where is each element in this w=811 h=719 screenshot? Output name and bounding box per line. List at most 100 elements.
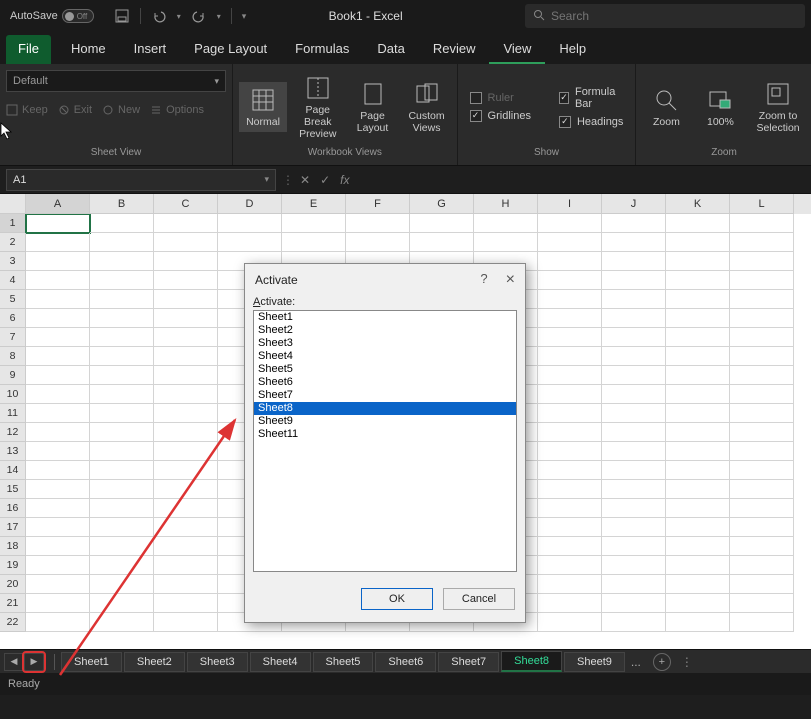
row-header[interactable]: 15 (0, 480, 26, 499)
cell[interactable] (154, 423, 218, 442)
tab-review[interactable]: Review (419, 35, 490, 64)
tab-nav-next[interactable]: ▶ (24, 653, 44, 671)
sheet-tab-sheet6[interactable]: Sheet6 (375, 652, 436, 672)
sheet-tab-sheet5[interactable]: Sheet5 (313, 652, 374, 672)
row-header[interactable]: 11 (0, 404, 26, 423)
cell[interactable] (602, 290, 666, 309)
cell[interactable] (666, 442, 730, 461)
cell[interactable] (538, 442, 602, 461)
cell[interactable] (538, 385, 602, 404)
cell[interactable] (730, 385, 794, 404)
cell[interactable] (666, 537, 730, 556)
sheet-tab-sheet7[interactable]: Sheet7 (438, 652, 499, 672)
cell[interactable] (90, 214, 154, 233)
cell[interactable] (666, 385, 730, 404)
save-icon[interactable] (114, 8, 130, 24)
cell[interactable] (730, 480, 794, 499)
row-header[interactable]: 8 (0, 347, 26, 366)
cell[interactable] (602, 347, 666, 366)
cell[interactable] (90, 594, 154, 613)
cell[interactable] (730, 461, 794, 480)
row-header[interactable]: 22 (0, 613, 26, 632)
col-header[interactable]: F (346, 194, 410, 214)
cell[interactable] (26, 442, 90, 461)
cell[interactable] (26, 613, 90, 632)
sheet-tab-sheet4[interactable]: Sheet4 (250, 652, 311, 672)
cancel-button[interactable]: Cancel (443, 588, 515, 610)
ok-button[interactable]: OK (361, 588, 433, 610)
listbox-item[interactable]: Sheet7 (254, 389, 516, 402)
undo-icon[interactable] (151, 8, 167, 24)
row-header[interactable]: 16 (0, 499, 26, 518)
cell[interactable] (90, 461, 154, 480)
redo-dropdown-icon[interactable]: ▾ (217, 12, 221, 21)
cell[interactable] (26, 404, 90, 423)
btn-100[interactable]: 100% (696, 82, 744, 132)
cell[interactable] (602, 537, 666, 556)
cell[interactable] (602, 461, 666, 480)
cell[interactable] (154, 461, 218, 480)
dialog-help-button[interactable]: ? (480, 271, 487, 289)
cell[interactable] (730, 233, 794, 252)
sv-exit[interactable]: Exit (58, 104, 92, 116)
cell[interactable] (154, 385, 218, 404)
listbox-item[interactable]: Sheet11 (254, 428, 516, 441)
col-header[interactable]: E (282, 194, 346, 214)
listbox-item[interactable]: Sheet3 (254, 337, 516, 350)
row-header[interactable]: 5 (0, 290, 26, 309)
cell[interactable] (538, 290, 602, 309)
cell[interactable] (602, 575, 666, 594)
cell[interactable] (602, 518, 666, 537)
chevron-down-icon[interactable]: ▾ (264, 174, 269, 185)
cell[interactable] (346, 214, 410, 233)
redo-icon[interactable] (191, 8, 207, 24)
row-header[interactable]: 14 (0, 461, 26, 480)
col-header[interactable]: I (538, 194, 602, 214)
cell[interactable] (90, 613, 154, 632)
cell[interactable] (666, 423, 730, 442)
cell[interactable] (538, 613, 602, 632)
undo-dropdown-icon[interactable]: ▾ (177, 12, 181, 21)
cell[interactable] (666, 575, 730, 594)
col-header[interactable]: G (410, 194, 474, 214)
cell[interactable] (26, 214, 90, 233)
row-header[interactable]: 1 (0, 214, 26, 233)
vertical-ellipsis-icon[interactable]: ⋮ (282, 173, 294, 187)
cell[interactable] (26, 461, 90, 480)
cell[interactable] (90, 252, 154, 271)
cell[interactable] (26, 309, 90, 328)
col-header[interactable]: B (90, 194, 154, 214)
dialog-titlebar[interactable]: Activate ? × (245, 264, 525, 296)
fx-icon[interactable]: fx (340, 173, 349, 187)
cell[interactable] (26, 385, 90, 404)
row-header[interactable]: 4 (0, 271, 26, 290)
listbox-item[interactable]: Sheet1 (254, 311, 516, 324)
cell[interactable] (538, 594, 602, 613)
cell[interactable] (26, 366, 90, 385)
cell[interactable] (154, 252, 218, 271)
col-header[interactable]: L (730, 194, 794, 214)
confirm-icon[interactable]: ✓ (320, 173, 330, 187)
cell[interactable] (602, 442, 666, 461)
sv-options[interactable]: Options (150, 104, 204, 116)
cell[interactable] (26, 575, 90, 594)
cell[interactable] (90, 518, 154, 537)
cell[interactable] (26, 347, 90, 366)
cell[interactable] (666, 499, 730, 518)
cell[interactable] (410, 214, 474, 233)
cell[interactable] (602, 252, 666, 271)
row-header[interactable]: 10 (0, 385, 26, 404)
cell[interactable] (282, 214, 346, 233)
cell[interactable] (602, 594, 666, 613)
btn-zoom[interactable]: Zoom (642, 82, 690, 132)
cell[interactable] (666, 613, 730, 632)
cell[interactable] (538, 233, 602, 252)
cell[interactable] (538, 518, 602, 537)
tab-formulas[interactable]: Formulas (281, 35, 363, 64)
autosave-toggle[interactable]: AutoSave Off (6, 9, 98, 23)
cell[interactable] (666, 404, 730, 423)
row-header[interactable]: 18 (0, 537, 26, 556)
cell[interactable] (602, 328, 666, 347)
cell[interactable] (90, 366, 154, 385)
cell[interactable] (538, 499, 602, 518)
